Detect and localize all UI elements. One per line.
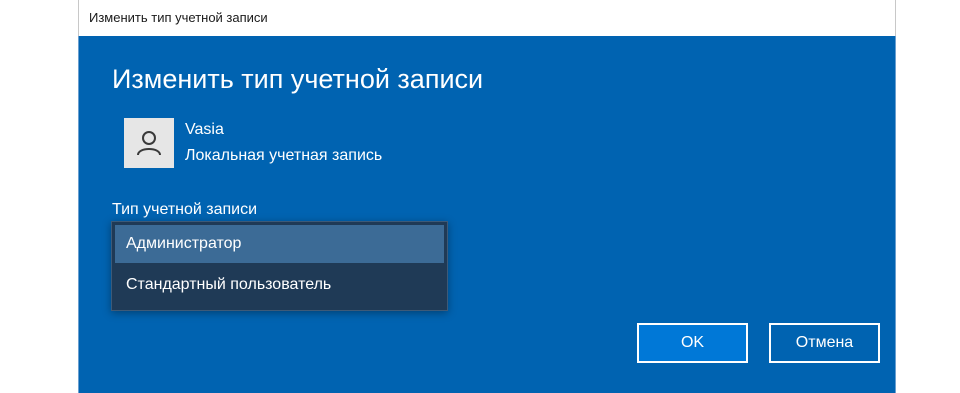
change-account-type-dialog: Изменить тип учетной записи Vasia Локаль… bbox=[78, 36, 896, 393]
ok-button[interactable]: OK bbox=[637, 323, 748, 363]
window-titlebar: Изменить тип учетной записи bbox=[78, 0, 896, 36]
dialog-heading: Изменить тип учетной записи bbox=[112, 64, 484, 94]
user-name: Vasia bbox=[185, 121, 224, 138]
avatar bbox=[124, 118, 174, 168]
window-title: Изменить тип учетной записи bbox=[89, 10, 268, 25]
user-icon bbox=[137, 131, 161, 156]
option-standard-user[interactable]: Стандартный пользователь bbox=[115, 266, 444, 304]
account-type-dropdown-list[interactable]: Администратор Стандартный пользователь bbox=[111, 221, 448, 311]
account-kind: Локальная учетная запись bbox=[185, 147, 383, 164]
cancel-button[interactable]: Отмена bbox=[769, 323, 880, 363]
option-administrator[interactable]: Администратор bbox=[115, 225, 444, 263]
account-type-label: Тип учетной записи bbox=[112, 201, 258, 218]
